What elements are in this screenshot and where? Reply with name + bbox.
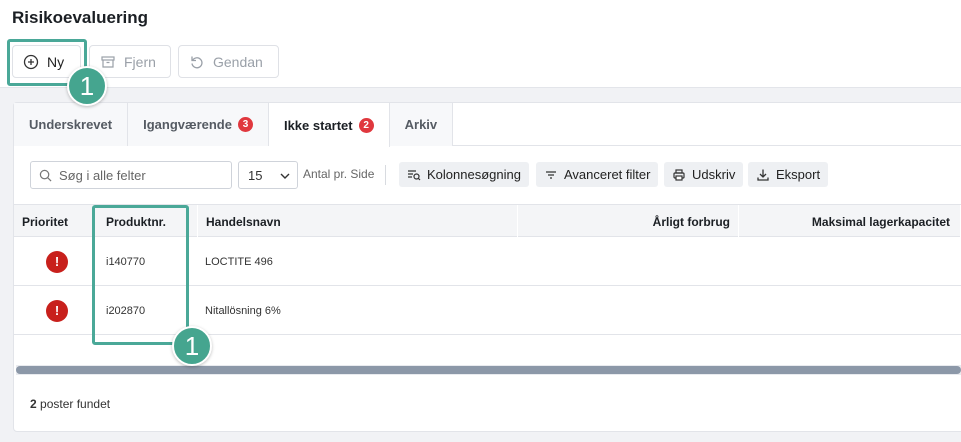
- page-size-value: 15: [248, 167, 263, 183]
- per-page-label: Antal pr. Side: [303, 167, 375, 181]
- export-label: Eksport: [776, 167, 821, 182]
- tab-label: Arkiv: [404, 117, 438, 132]
- print-button[interactable]: Udskriv: [664, 162, 744, 187]
- page-size-select[interactable]: 15: [238, 161, 298, 189]
- header-annual-use[interactable]: Årligt forbrug: [518, 205, 739, 238]
- count-badge: 3: [237, 117, 253, 132]
- count-badge: 2: [358, 117, 374, 133]
- undo-icon: [191, 56, 203, 68]
- record-count-label: poster fundet: [36, 397, 111, 411]
- tab-label: Igangværende: [143, 117, 232, 132]
- priority-high-icon: !: [46, 250, 68, 273]
- search-input[interactable]: Søg i alle felter: [30, 161, 232, 189]
- priority-cell: !: [46, 286, 68, 335]
- horizontal-scrollbar[interactable]: [16, 365, 961, 375]
- priority-cell: !: [46, 237, 68, 286]
- tab-label: Ikke startet: [283, 117, 353, 133]
- tab-bar: Underskrevet Igangværende 3 Ikke startet…: [14, 103, 961, 147]
- chevron-down-icon: [280, 173, 290, 179]
- record-count-number: 2: [30, 397, 37, 411]
- export-button[interactable]: Eksport: [748, 162, 829, 187]
- highlight-product-column: [92, 205, 189, 345]
- record-count: 2 poster fundet: [30, 397, 110, 411]
- tab-signed[interactable]: Underskrevet: [14, 103, 129, 146]
- restore-button-label: Gendan: [213, 53, 263, 70]
- advanced-filter-label: Avanceret filter: [564, 167, 651, 182]
- header-trade-name[interactable]: Handelsnavn: [198, 205, 518, 238]
- archive-icon: [101, 55, 115, 68]
- priority-high-icon: !: [46, 299, 68, 322]
- step-callout: 1: [172, 326, 212, 366]
- table-toolbar: Søg i alle felter 15 Antal pr. Side Kolo…: [14, 161, 961, 189]
- tab-not-started[interactable]: Ikke startet 2: [268, 103, 390, 147]
- remove-button-label: Fjern: [124, 53, 156, 70]
- header-priority[interactable]: Prioritet: [14, 205, 94, 238]
- filter-icon: [546, 170, 556, 179]
- print-label: Udskriv: [692, 167, 736, 182]
- tab-archive[interactable]: Arkiv: [389, 103, 454, 146]
- search-placeholder: Søg i alle felter: [59, 167, 146, 183]
- header-max-storage[interactable]: Maksimal lagerkapacitet: [739, 205, 961, 238]
- top-bar: Risikoevaluering Ny Fjern Gendan: [0, 0, 961, 88]
- tab-in-progress[interactable]: Igangværende 3: [128, 103, 269, 146]
- trade-name-cell: LOCTITE 496: [205, 255, 273, 268]
- column-search-icon: [408, 169, 421, 180]
- trade-name-cell: Nitallösning 6%: [205, 304, 281, 317]
- page-title: Risikoevaluering: [12, 8, 149, 27]
- scrollbar-thumb[interactable]: [16, 366, 961, 374]
- column-search-button[interactable]: Kolonnesøgning: [399, 162, 529, 187]
- divider: [385, 165, 386, 185]
- column-search-label: Kolonnesøgning: [427, 167, 521, 182]
- tab-label: Underskrevet: [29, 117, 113, 132]
- step-callout: 1: [67, 66, 107, 106]
- search-icon: [39, 169, 52, 181]
- restore-button[interactable]: Gendan: [178, 45, 279, 78]
- download-icon: [757, 169, 769, 181]
- advanced-filter-button[interactable]: Avanceret filter: [536, 162, 659, 187]
- printer-icon: [673, 168, 685, 181]
